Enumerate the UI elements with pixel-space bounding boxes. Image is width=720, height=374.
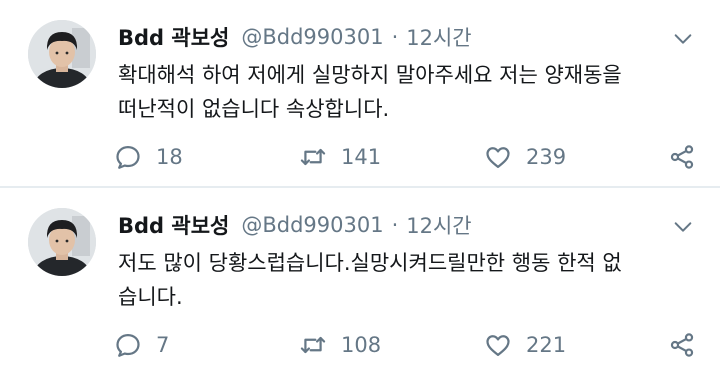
avatar[interactable] bbox=[28, 208, 96, 276]
tweet-actions: 7 108 221 bbox=[114, 328, 696, 362]
reply-icon bbox=[116, 333, 140, 357]
display-name[interactable]: Bdd 곽보성 bbox=[118, 210, 229, 240]
retweet-button[interactable]: 141 bbox=[299, 143, 484, 171]
share-icon bbox=[670, 145, 694, 169]
tweet-text: 확대해석 하여 저에게 실망하지 말아주세요 저는 양재동을 떠난적이 없습니다… bbox=[118, 63, 622, 121]
tweet-header: Bdd 곽보성 @Bdd990301 · 12시간 bbox=[118, 208, 700, 242]
chevron-down-icon[interactable] bbox=[672, 28, 694, 50]
retweet-icon bbox=[300, 336, 326, 354]
tweet[interactable]: Bdd 곽보성 @Bdd990301 · 12시간 확대해석 하여 저에게 실망… bbox=[0, 0, 720, 186]
tweet-header: Bdd 곽보성 @Bdd990301 · 12시간 bbox=[118, 20, 700, 54]
share-button[interactable] bbox=[668, 331, 696, 359]
like-button[interactable]: 239 bbox=[484, 143, 659, 171]
timestamp[interactable]: 12시간 bbox=[406, 210, 471, 240]
reply-button[interactable]: 18 bbox=[114, 143, 299, 171]
retweet-count: 141 bbox=[341, 145, 382, 169]
tweet[interactable]: Bdd 곽보성 @Bdd990301 · 12시간 저도 많이 당황스럽습니다.… bbox=[0, 186, 720, 372]
user-handle[interactable]: @Bdd990301 bbox=[241, 25, 383, 49]
retweet-button[interactable]: 108 bbox=[299, 331, 484, 359]
user-handle[interactable]: @Bdd990301 bbox=[241, 213, 383, 237]
chevron-down-icon[interactable] bbox=[672, 216, 694, 238]
reply-count: 7 bbox=[156, 333, 170, 357]
like-count: 221 bbox=[526, 333, 567, 357]
reply-icon bbox=[116, 145, 140, 169]
like-button[interactable]: 221 bbox=[484, 331, 659, 359]
tweet-actions: 18 141 239 bbox=[114, 140, 696, 174]
avatar[interactable] bbox=[28, 20, 96, 88]
reply-count: 18 bbox=[156, 145, 183, 169]
retweet-icon bbox=[300, 148, 326, 166]
separator: · bbox=[391, 213, 399, 237]
like-count: 239 bbox=[526, 145, 567, 169]
display-name[interactable]: Bdd 곽보성 bbox=[118, 22, 229, 52]
tweet-text: 저도 많이 당황스럽습니다.실망시켜드릴만한 행동 한적 없 습니다. bbox=[118, 251, 622, 309]
separator: · bbox=[391, 25, 399, 49]
share-button[interactable] bbox=[668, 143, 696, 171]
heart-icon bbox=[486, 335, 510, 357]
heart-icon bbox=[486, 147, 510, 169]
reply-button[interactable]: 7 bbox=[114, 331, 299, 359]
timestamp[interactable]: 12시간 bbox=[406, 22, 471, 52]
share-icon bbox=[670, 333, 694, 357]
retweet-count: 108 bbox=[341, 333, 382, 357]
